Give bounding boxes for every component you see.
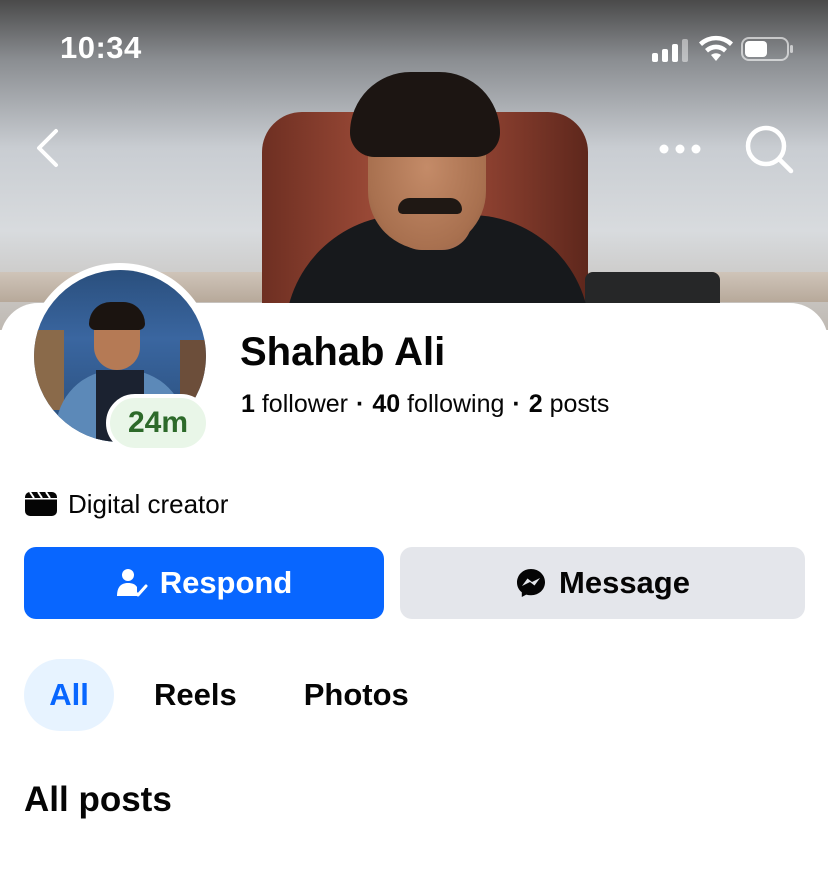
posts-label: posts — [549, 390, 610, 418]
clapperboard-icon — [25, 491, 57, 516]
following-count[interactable]: 40 — [372, 390, 400, 418]
following-label[interactable]: following — [407, 390, 504, 418]
profile-name: Shahab Ali — [240, 330, 446, 374]
stats-separator: · — [356, 390, 365, 418]
content-tabs: All Reels Photos — [24, 659, 409, 731]
active-status-badge: 24m — [106, 394, 210, 452]
avatar-hair — [89, 302, 145, 330]
tab-reels[interactable]: Reels — [154, 659, 237, 731]
followers-count[interactable]: 1 — [241, 390, 255, 418]
tab-all[interactable]: All — [24, 659, 114, 731]
search-icon[interactable] — [742, 122, 796, 176]
cover-person-mustache — [398, 198, 462, 214]
status-time: 10:34 — [60, 30, 142, 65]
respond-label: Respond — [159, 565, 293, 600]
avatar-bg-left — [34, 330, 64, 410]
status-bar: 10:34 — [0, 0, 828, 100]
profile-category: Digital creator — [24, 488, 228, 520]
back-icon[interactable] — [30, 125, 66, 171]
more-icon[interactable] — [656, 136, 704, 162]
followers-label[interactable]: follower — [262, 390, 348, 418]
respond-button[interactable]: Respond — [24, 547, 384, 619]
battery-icon — [741, 37, 793, 61]
friend-respond-icon — [116, 569, 148, 597]
stats-separator: · — [512, 390, 521, 418]
signal-icon — [652, 38, 688, 62]
message-label: Message — [559, 565, 690, 600]
messenger-icon — [517, 569, 546, 597]
tab-photos[interactable]: Photos — [304, 659, 409, 731]
wifi-icon — [699, 35, 733, 61]
message-button[interactable]: Message — [400, 547, 805, 619]
category-label: Digital creator — [68, 488, 229, 519]
posts-count: 2 — [528, 390, 543, 418]
section-title: All posts — [24, 780, 172, 819]
profile-stats: 1 follower · 40 following · 2 posts — [241, 390, 609, 419]
